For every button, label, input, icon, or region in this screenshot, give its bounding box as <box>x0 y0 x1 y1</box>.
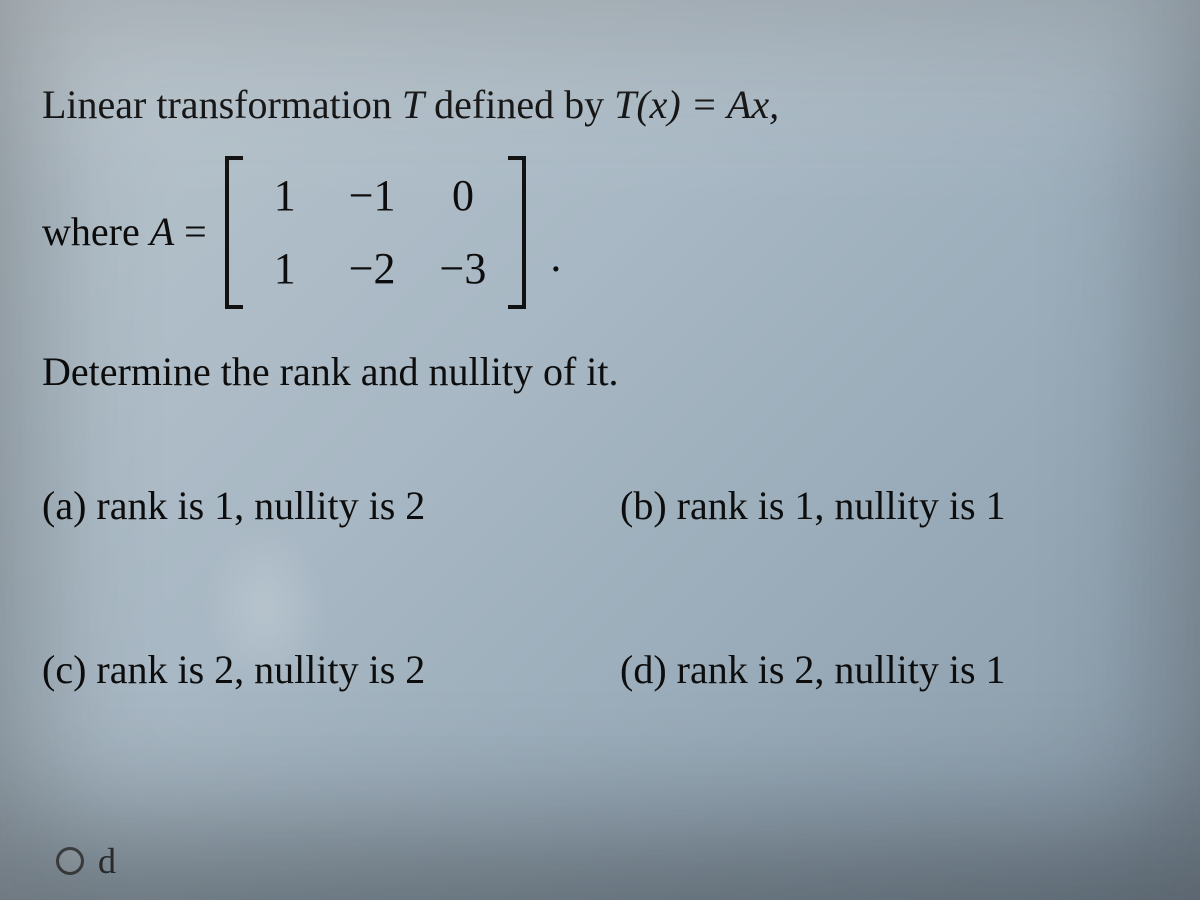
option-d[interactable]: (d) rank is 2, nullity is 1 <box>620 643 1158 697</box>
option-a[interactable]: (a) rank is 1, nullity is 2 <box>42 479 580 533</box>
matrix-cell-2-2: −2 <box>349 239 396 298</box>
var-T: T <box>402 82 424 127</box>
bracket-left-icon <box>225 156 243 309</box>
var-A: A <box>150 209 174 254</box>
matrix-cell-2-3: −3 <box>440 239 487 298</box>
where-label: where A = <box>42 205 207 259</box>
option-b[interactable]: (b) rank is 1, nullity is 1 <box>620 479 1158 533</box>
radio-label: d <box>98 840 116 882</box>
matrix-cell-1-1: 1 <box>265 166 305 225</box>
trailing-period: . <box>550 227 561 308</box>
text-mid: defined by <box>424 82 614 127</box>
bracket-right-icon <box>508 156 526 309</box>
matrix-cell-1-2: −1 <box>349 166 396 225</box>
equals-sign: = <box>174 209 207 254</box>
matrix-A: 1 −1 0 1 −2 −3 <box>225 156 527 309</box>
equation-Tx-Ax: T(x) = Ax, <box>614 82 779 127</box>
matrix-body: 1 −1 0 1 −2 −3 <box>243 156 509 309</box>
text-prefix: Linear transformation <box>42 82 402 127</box>
matrix-definition-row: where A = 1 −1 0 1 −2 −3 . <box>42 156 1158 309</box>
radio-icon[interactable] <box>56 847 84 875</box>
where-text: where <box>42 209 150 254</box>
answer-options: (a) rank is 1, nullity is 2 (b) rank is … <box>42 479 1158 697</box>
matrix-cell-2-1: 1 <box>265 239 305 298</box>
option-c[interactable]: (c) rank is 2, nullity is 2 <box>42 643 580 697</box>
question-prompt: Determine the rank and nullity of it. <box>42 345 1158 399</box>
radio-option-d[interactable]: d <box>56 840 116 882</box>
question-line-1: Linear transformation T defined by T(x) … <box>42 78 1158 132</box>
question-body: Linear transformation T defined by T(x) … <box>42 78 1158 697</box>
matrix-cell-1-3: 0 <box>440 166 487 225</box>
